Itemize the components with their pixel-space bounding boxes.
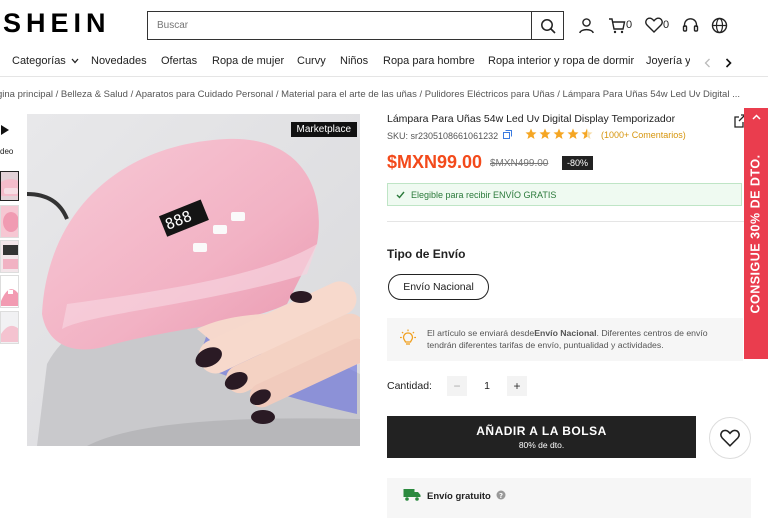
shipping-option-nacional[interactable]: Envío Nacional: [388, 274, 489, 300]
shipping-info-origin: Envío Nacional: [534, 328, 597, 338]
nail-lamp-illustration: 888: [27, 114, 360, 446]
lightbulb-icon: [400, 329, 416, 345]
thumbnail-4[interactable]: [0, 275, 19, 308]
support-button[interactable]: [682, 14, 699, 36]
half-star-icon: [581, 128, 593, 139]
nav-scroll-controls: [690, 50, 768, 76]
shein-logo[interactable]: SHEIN: [3, 8, 111, 39]
truck-icon: [403, 489, 421, 501]
star-icon: [525, 128, 537, 139]
wishlist-add-button[interactable]: [709, 417, 751, 459]
check-icon: [396, 191, 405, 199]
quantity-increase-button[interactable]: +: [507, 376, 527, 396]
cart-icon: [609, 17, 626, 33]
user-icon: [579, 17, 594, 33]
star-icon: [553, 128, 565, 139]
divider: [387, 221, 744, 222]
free-shipping-notice: Elegible para recibir ENVÍO GRATIS: [387, 183, 742, 206]
discount-badge: -80%: [562, 156, 594, 170]
product-title: Lámpara Para Uñas 54w Led Uv Digital Dis…: [387, 113, 676, 125]
star-icon: [539, 128, 551, 139]
shipping-type-label: Tipo de Envío: [387, 247, 466, 261]
wishlist-button[interactable]: 0: [645, 14, 669, 36]
free-shipping-title: Envío gratuito ?: [427, 490, 506, 502]
video-thumb[interactable]: deo: [0, 120, 20, 160]
help-icon[interactable]: ?: [496, 490, 506, 500]
globe-icon: [711, 17, 728, 33]
thumbnail-1[interactable]: [0, 171, 19, 201]
quantity-input[interactable]: 1: [470, 376, 504, 396]
thumbnail-2[interactable]: [0, 205, 19, 238]
search-button[interactable]: [531, 12, 563, 39]
search-input[interactable]: [148, 12, 528, 39]
thumbnail-3[interactable]: [0, 240, 19, 273]
shipping-details-box: Envío gratuito ?: [387, 478, 751, 518]
free-shipping-text: Elegible para recibir ENVÍO GRATIS: [411, 189, 557, 200]
shipping-info-box: El artículo se enviará desdeEnvío Nacion…: [387, 318, 743, 361]
promo-text-wrapper: CONSIGUE 30% DE DTO.: [744, 108, 768, 359]
site-header: SHEIN 0 0: [0, 0, 768, 50]
original-price: $MXN499.00: [490, 158, 549, 169]
headset-icon: [682, 17, 699, 32]
rating-stars[interactable]: [525, 128, 593, 140]
language-button[interactable]: [711, 14, 728, 36]
play-icon: [1, 125, 9, 135]
nav-item-ropa-mujer[interactable]: Ropa de mujer: [212, 55, 284, 67]
star-icon: [567, 128, 579, 139]
nav-item-ropa-hombre[interactable]: Ropa para hombre: [383, 55, 475, 67]
promo-text: CONSIGUE 30% DE DTO.: [749, 153, 764, 314]
search-bar: [147, 11, 564, 40]
breadcrumb[interactable]: gina principal / Belleza & Salud / Apara…: [0, 89, 767, 100]
thumbnail-5[interactable]: [0, 311, 19, 344]
video-label: deo: [0, 147, 14, 156]
chevron-left-icon[interactable]: [704, 58, 711, 68]
nav-item-categorias[interactable]: Categorías: [12, 55, 79, 67]
add-to-bag-label: AÑADIR A LA BOLSA: [476, 424, 607, 438]
cart-button[interactable]: 0: [608, 14, 632, 36]
search-icon: [540, 18, 556, 34]
heart-icon: [645, 17, 663, 33]
cart-count: 0: [626, 19, 633, 31]
svg-text:?: ?: [498, 492, 502, 500]
heart-icon: [720, 429, 740, 447]
promo-side-banner[interactable]: CONSIGUE 30% DE DTO.: [744, 108, 768, 359]
quantity-label: Cantidad:: [387, 380, 432, 392]
free-shipping-title-text: Envío gratuito: [427, 491, 491, 502]
add-to-bag-sublabel: 80% de dto.: [518, 440, 565, 450]
current-price: $MXN99.00: [387, 152, 483, 172]
account-button[interactable]: [578, 14, 595, 36]
quantity-decrease-button[interactable]: −: [447, 376, 467, 396]
product-image[interactable]: 888 Marketplace: [27, 114, 360, 446]
category-nav: Categorías Novedades Ofertas Ropa de muj…: [0, 50, 768, 77]
nav-item-novedades[interactable]: Novedades: [91, 55, 147, 67]
copy-icon[interactable]: [502, 130, 512, 139]
chevron-right-icon[interactable]: [725, 58, 732, 68]
sku-text: SKU: sr2305108661061232: [387, 131, 499, 141]
product-sku: SKU: sr2305108661061232: [387, 130, 512, 141]
shipping-info-prefix: El artículo se enviará desde: [427, 328, 535, 338]
marketplace-badge: Marketplace: [290, 122, 357, 137]
shipping-info-text: El artículo se enviará desdeEnvío Nacion…: [427, 327, 739, 351]
nav-item-curvy[interactable]: Curvy: [297, 55, 326, 67]
nav-item-ofertas[interactable]: Ofertas: [161, 55, 197, 67]
reviews-link[interactable]: (1000+ Comentarios): [601, 130, 686, 140]
wishlist-count: 0: [663, 19, 670, 31]
add-to-bag-button[interactable]: AÑADIR A LA BOLSA 80% de dto.: [387, 416, 696, 458]
chevron-down-icon: [71, 58, 79, 64]
nav-item-ninos[interactable]: Niños: [340, 55, 368, 67]
nav-item-label: Categorías: [12, 55, 66, 67]
nav-item-ropa-interior[interactable]: Ropa interior y ropa de dormir: [488, 55, 634, 67]
